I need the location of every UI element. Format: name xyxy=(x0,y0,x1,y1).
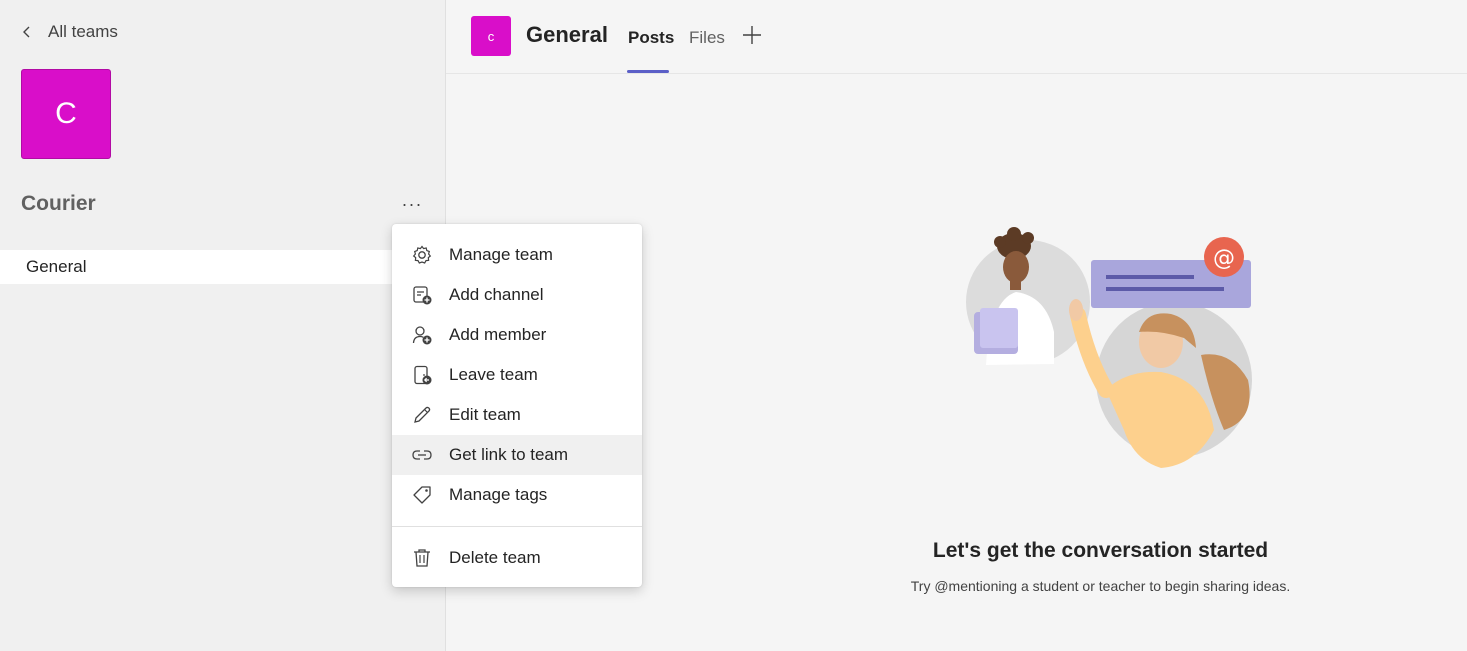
menu-item-label: Get link to team xyxy=(449,445,569,464)
chevron-left-icon xyxy=(23,26,30,38)
team-sidebar: All teams C Courier ··· General xyxy=(0,0,446,651)
menu-item-label: Add member xyxy=(449,325,547,344)
tab-posts[interactable]: Posts xyxy=(628,28,674,48)
trash-icon xyxy=(411,547,433,569)
conversation-illustration: @ xyxy=(966,227,1252,468)
menu-item-add-member[interactable]: Add member xyxy=(392,315,642,355)
all-teams-link[interactable]: All teams xyxy=(20,22,118,42)
plus-icon[interactable] xyxy=(741,24,763,46)
leave-team-icon xyxy=(411,364,433,386)
menu-item-label: Edit team xyxy=(449,405,521,424)
team-more-options-button[interactable]: ··· xyxy=(398,192,426,216)
menu-item-label: Manage team xyxy=(449,245,553,264)
menu-item-leave-team[interactable]: Leave team xyxy=(392,355,642,395)
channel-avatar: c xyxy=(471,16,511,56)
team-name: Courier xyxy=(21,192,96,215)
menu-item-manage-tags[interactable]: Manage tags xyxy=(392,475,642,515)
menu-item-get-link[interactable]: Get link to team xyxy=(392,435,642,475)
add-member-icon xyxy=(411,324,433,346)
tag-icon xyxy=(411,484,433,506)
menu-item-label: Delete team xyxy=(449,548,541,567)
link-icon xyxy=(411,444,433,466)
channel-title: General xyxy=(526,22,608,47)
menu-item-add-channel[interactable]: Add channel xyxy=(392,275,642,315)
channel-header: c General Posts Files xyxy=(446,0,1467,74)
menu-item-edit-team[interactable]: Edit team xyxy=(392,395,642,435)
pencil-icon xyxy=(411,404,433,426)
menu-divider xyxy=(392,526,642,527)
channel-item-general[interactable]: General xyxy=(0,250,446,284)
svg-text:@: @ xyxy=(1213,246,1235,271)
menu-item-label: Add channel xyxy=(449,285,544,304)
team-context-menu: Manage team Add channel Add member Leave… xyxy=(392,224,642,587)
menu-item-delete-team[interactable]: Delete team xyxy=(392,538,642,578)
add-channel-icon xyxy=(411,284,433,306)
menu-item-manage-team[interactable]: Manage team xyxy=(392,235,642,275)
menu-item-label: Leave team xyxy=(449,365,538,384)
gear-icon xyxy=(411,244,433,266)
all-teams-label: All teams xyxy=(48,22,118,41)
active-tab-indicator xyxy=(627,70,669,73)
team-avatar: C xyxy=(21,69,111,159)
menu-item-label: Manage tags xyxy=(449,485,548,504)
tab-files[interactable]: Files xyxy=(689,28,725,48)
